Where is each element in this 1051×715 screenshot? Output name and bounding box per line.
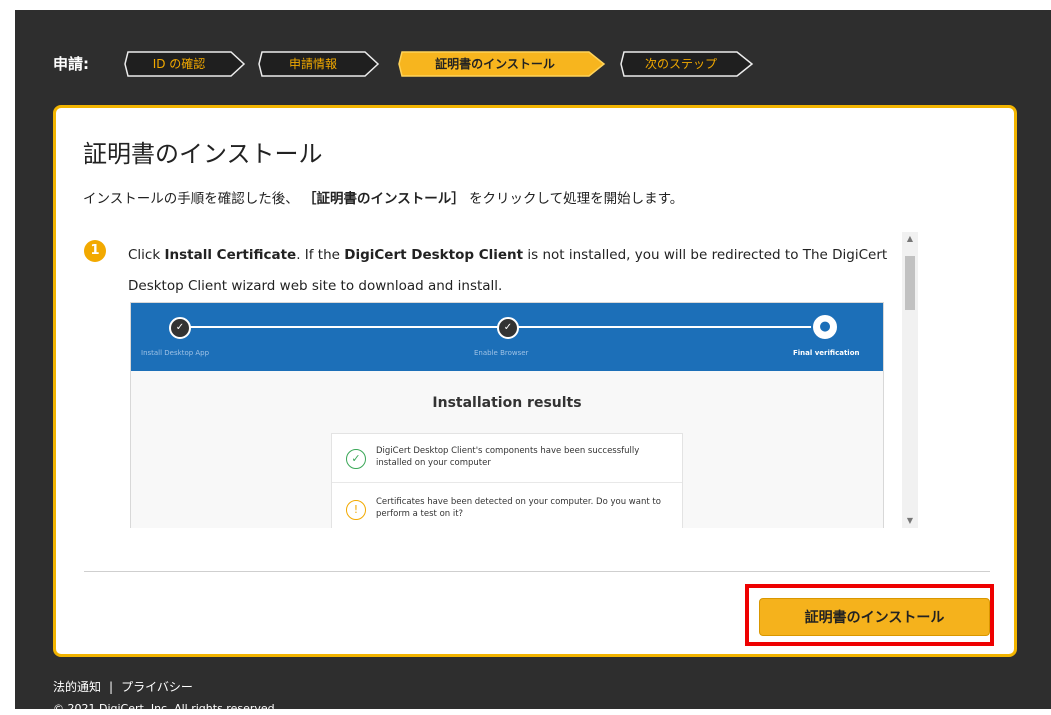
card-divider: [84, 571, 990, 572]
warning-icon: !: [346, 500, 366, 520]
intro-text: インストールの手順を確認した後、 ［証明書のインストール］ をクリックして処理を…: [83, 187, 683, 207]
step-id-verify: ID の確認: [123, 50, 247, 78]
wizard-progress-bar: ✓ ✓ ● Install Desktop App Enable Browser…: [131, 303, 883, 371]
wizard-step-label: Final verification: [793, 349, 860, 357]
page-title: 証明書のインストール: [83, 140, 323, 168]
scroll-down-icon[interactable]: ▼: [902, 514, 918, 528]
page-frame: 申請: ID の確認 申請情報 証明書のインストール 次のステップ 証明書のイン…: [15, 10, 1051, 715]
desc-text-2: . If the: [296, 247, 345, 263]
step-install-certificate: 証明書のインストール: [397, 50, 607, 78]
wizard-heading: Installation results: [432, 395, 582, 411]
divider: [332, 482, 682, 483]
progress-steps: 申請: ID の確認 申請情報 証明書のインストール 次のステップ: [53, 50, 813, 78]
step-application-info: 申請情報: [257, 50, 381, 78]
intro-bold: ［証明書のインストール］: [303, 191, 465, 207]
step-number-badge: 1: [84, 240, 106, 262]
install-certificate-button[interactable]: 証明書のインストール: [759, 598, 990, 636]
location-pin-icon: ●: [811, 313, 839, 341]
checkmark-icon: ✓: [346, 449, 366, 469]
scroll-thumb[interactable]: [905, 256, 915, 310]
privacy-link[interactable]: プライバシー: [121, 680, 193, 694]
install-card: 証明書のインストール インストールの手順を確認した後、 ［証明書のインストール］…: [53, 105, 1017, 657]
scroll-up-icon[interactable]: ▲: [902, 232, 918, 246]
step-description: Click Install Certificate. If the DigiCe…: [128, 240, 908, 302]
desc-text-1: Click: [128, 247, 165, 263]
step-label: 証明書のインストール: [435, 57, 555, 71]
wizard-screenshot: ✓ ✓ ● Install Desktop App Enable Browser…: [130, 302, 884, 528]
desc-bold-2: DigiCert Desktop Client: [344, 247, 524, 263]
steps-label: 申請:: [53, 55, 89, 73]
desc-bold-1: Install Certificate: [164, 247, 297, 263]
wizard-step-label: Enable Browser: [474, 349, 529, 357]
results-box: ✓ DigiCert Desktop Client's components h…: [331, 433, 683, 528]
step-label: ID の確認: [152, 57, 206, 71]
instructions-scrollbar[interactable]: ▲ ▼: [902, 232, 918, 528]
step-next-steps: 次のステップ: [619, 50, 755, 78]
checkmark-icon: ✓: [497, 317, 519, 339]
result-text: Certificates have been detected on your …: [376, 497, 661, 519]
footer-links: 法的通知 | プライバシー: [53, 678, 193, 695]
checkmark-icon: ✓: [169, 317, 191, 339]
result-text: DigiCert Desktop Client's components hav…: [376, 446, 640, 468]
legal-notice-link[interactable]: 法的通知: [53, 680, 101, 694]
result-item: ! Certificates have been detected on you…: [346, 492, 666, 528]
intro-after: をクリックして処理を開始します。: [469, 191, 684, 207]
step-label: 次のステップ: [644, 57, 717, 71]
instructions-panel[interactable]: 1 Click Install Certificate. If the Digi…: [84, 230, 910, 528]
result-item: ✓ DigiCert Desktop Client's components h…: [346, 441, 666, 481]
wizard-step-label: Install Desktop App: [141, 349, 210, 357]
footer-separator: |: [109, 680, 114, 694]
intro-before: インストールの手順を確認した後、: [83, 191, 299, 207]
step-label: 申請情報: [288, 57, 337, 71]
